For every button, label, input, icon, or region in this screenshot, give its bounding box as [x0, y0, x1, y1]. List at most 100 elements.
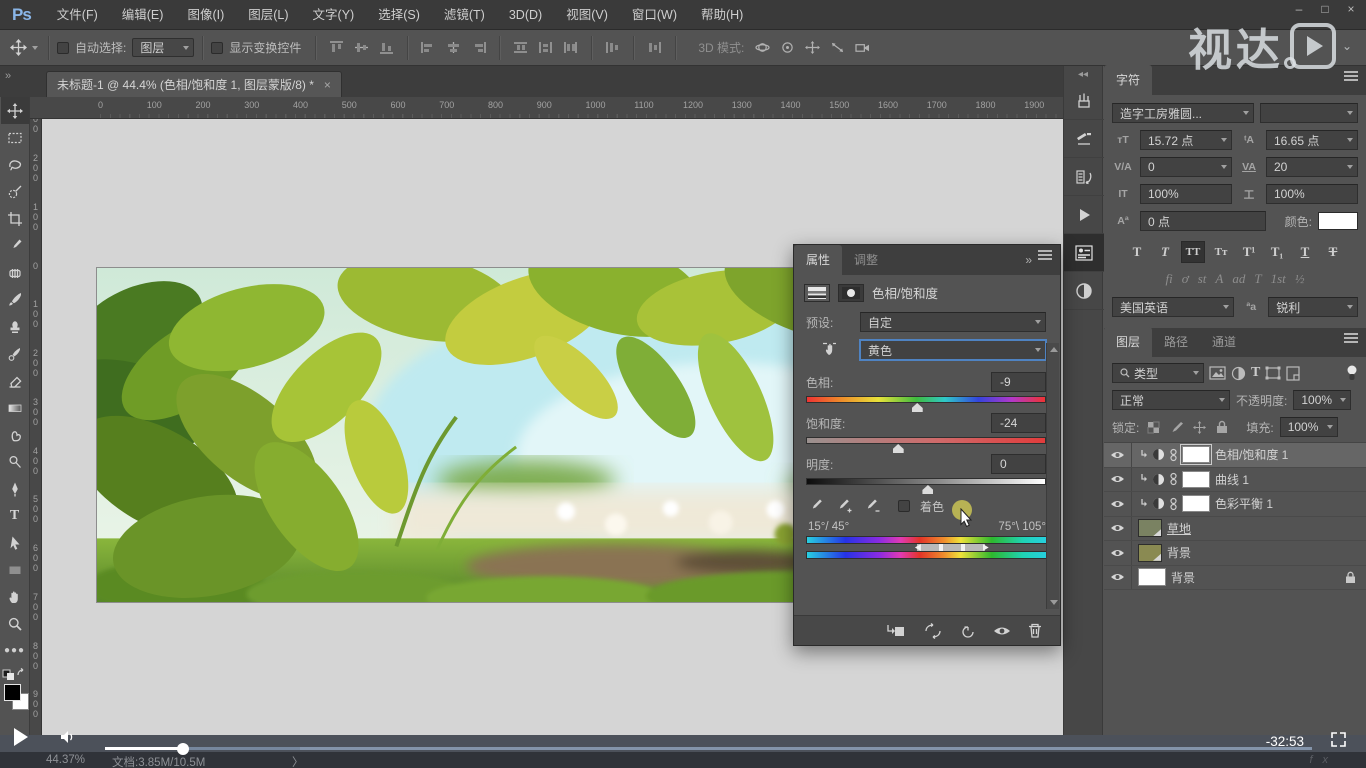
- clone-stamp-tool[interactable]: [1, 313, 29, 340]
- layer-row-curves[interactable]: 曲线 1: [1104, 468, 1366, 493]
- opentype-button[interactable]: T: [1254, 271, 1261, 287]
- menu-item[interactable]: 图层(L): [236, 0, 300, 30]
- visibility-eye-icon[interactable]: [1104, 541, 1132, 565]
- distribute-top-edges-icon[interactable]: [513, 41, 528, 54]
- volume-slider[interactable]: [105, 747, 305, 750]
- filter-type-layers-icon[interactable]: T: [1251, 365, 1260, 381]
- align-left-edges-icon[interactable]: [421, 41, 436, 54]
- maximize-button[interactable]: □: [1318, 2, 1332, 16]
- antialias-dropdown[interactable]: 锐利: [1268, 297, 1358, 317]
- distribute-vertical-centers-icon[interactable]: [538, 41, 553, 54]
- opentype-button[interactable]: st: [1198, 271, 1207, 287]
- baseline-shift-field[interactable]: 0 点: [1140, 211, 1266, 231]
- tab-adjustments[interactable]: 调整: [842, 245, 890, 275]
- menu-item[interactable]: 图像(I): [175, 0, 236, 30]
- dock-history-panel-icon[interactable]: [1064, 158, 1104, 196]
- opacity-field[interactable]: 100%: [1293, 390, 1351, 410]
- hue-slider[interactable]: [806, 396, 1046, 403]
- saturation-slider[interactable]: [806, 437, 1046, 444]
- dock-brush-presets-icon[interactable]: [1064, 120, 1104, 158]
- tab-overflow-icon[interactable]: »: [5, 70, 11, 82]
- visibility-eye-icon[interactable]: [993, 625, 1011, 637]
- visibility-eye-icon[interactable]: [1104, 566, 1132, 590]
- volume-knob[interactable]: [177, 743, 189, 755]
- tab-close-icon[interactable]: ×: [324, 78, 331, 92]
- lock-transparency-icon[interactable]: [1147, 421, 1160, 434]
- smart-object-thumbnail[interactable]: [1138, 544, 1162, 562]
- layer-mask-thumbnail[interactable]: [1182, 495, 1210, 512]
- fill-field[interactable]: 100%: [1280, 417, 1338, 437]
- hand-tool[interactable]: [1, 583, 29, 610]
- menu-item[interactable]: 视图(V): [554, 0, 620, 30]
- lock-pixels-icon[interactable]: [1170, 421, 1183, 434]
- crop-tool[interactable]: [1, 205, 29, 232]
- zoom-tool[interactable]: [1, 610, 29, 637]
- lasso-tool[interactable]: [1, 151, 29, 178]
- 3d-slide-icon[interactable]: [830, 41, 845, 54]
- opentype-button[interactable]: ơ: [1182, 271, 1189, 287]
- view-previous-state-icon[interactable]: [923, 623, 943, 639]
- panel-menu-icon[interactable]: [1038, 254, 1052, 256]
- menu-item[interactable]: 帮助(H): [689, 0, 755, 30]
- targeted-adjustment-icon[interactable]: [806, 341, 852, 359]
- edit-toolbar-icon[interactable]: ●●●: [1, 637, 29, 664]
- lock-all-icon[interactable]: [1216, 420, 1228, 434]
- opentype-button[interactable]: ad: [1232, 271, 1245, 287]
- quick-selection-tool[interactable]: [1, 178, 29, 205]
- delete-trash-icon[interactable]: [1028, 623, 1042, 638]
- tab-layers[interactable]: 图层: [1104, 327, 1152, 357]
- align-horizontal-centers-icon[interactable]: [446, 41, 461, 54]
- layer-row-grass[interactable]: 草地: [1104, 517, 1366, 542]
- mask-link-icon[interactable]: [1170, 472, 1177, 486]
- add-eyedropper-icon[interactable]: [834, 497, 852, 515]
- filter-adjustment-layers-icon[interactable]: [1231, 366, 1246, 381]
- eraser-tool[interactable]: [1, 367, 29, 394]
- shape-tool[interactable]: [1, 556, 29, 583]
- panel-expand-icon[interactable]: »: [1025, 253, 1032, 267]
- collapse-panels-icon[interactable]: ◂◂: [1064, 66, 1102, 82]
- menu-item[interactable]: 文字(Y): [301, 0, 367, 30]
- document-tab[interactable]: 未标题-1 @ 44.4% (色相/饱和度 1, 图层蒙版/8) * ×: [46, 71, 342, 97]
- healing-brush-tool[interactable]: [1, 259, 29, 286]
- align-bottom-edges-icon[interactable]: [379, 41, 394, 54]
- distribute-left-edges-icon[interactable]: [605, 41, 620, 54]
- filter-pixel-layers-icon[interactable]: [1209, 366, 1226, 380]
- layer-thumbnail[interactable]: [1138, 568, 1166, 586]
- default-colors-icon[interactable]: [1, 666, 29, 680]
- blend-mode-dropdown[interactable]: 正常: [1112, 390, 1230, 410]
- move-tool[interactable]: [1, 97, 29, 124]
- distribute-right-edges-icon[interactable]: [647, 41, 662, 54]
- dock-adjustments-panel-icon[interactable]: [1064, 272, 1104, 310]
- filter-toggle-icon[interactable]: [1346, 365, 1358, 381]
- layer-row-color-balance[interactable]: 色彩平衡 1: [1104, 492, 1366, 517]
- align-top-edges-icon[interactable]: [329, 41, 344, 54]
- lock-position-icon[interactable]: [1193, 421, 1206, 434]
- panel-scrollbar[interactable]: [1046, 343, 1059, 609]
- tab-character[interactable]: 字符: [1104, 65, 1152, 95]
- menu-item[interactable]: 3D(D): [497, 0, 554, 30]
- foreground-background-swatches[interactable]: [1, 684, 29, 718]
- visibility-eye-icon[interactable]: [1104, 443, 1132, 467]
- 3d-drag-icon[interactable]: [805, 41, 820, 54]
- speaker-icon[interactable]: [60, 730, 76, 744]
- filter-type-dropdown[interactable]: 类型: [1112, 363, 1204, 383]
- distribute-bottom-edges-icon[interactable]: [563, 41, 578, 54]
- mask-link-icon[interactable]: [1170, 497, 1177, 511]
- opentype-button[interactable]: A: [1215, 271, 1223, 287]
- lightness-slider[interactable]: [806, 478, 1046, 485]
- horizontal-scale-field[interactable]: 100%: [1266, 184, 1358, 204]
- filter-smart-objects-icon[interactable]: [1286, 366, 1300, 381]
- 3d-rotate-icon[interactable]: [755, 41, 770, 54]
- scroll-up-icon[interactable]: [1050, 347, 1058, 352]
- smudge-tool[interactable]: [1, 421, 29, 448]
- filter-shape-layers-icon[interactable]: [1265, 366, 1281, 380]
- status-expander-icon[interactable]: 〉: [292, 754, 304, 768]
- saturation-value[interactable]: -24: [991, 413, 1046, 433]
- layer-row-background[interactable]: 背景: [1104, 566, 1366, 591]
- tab-channels[interactable]: 通道: [1200, 327, 1248, 357]
- dock-properties-panel-icon[interactable]: [1064, 234, 1104, 272]
- seek-bar[interactable]: [300, 747, 1312, 750]
- menu-item[interactable]: 编辑(E): [110, 0, 176, 30]
- path-selection-tool[interactable]: [1, 529, 29, 556]
- dodge-tool[interactable]: [1, 448, 29, 475]
